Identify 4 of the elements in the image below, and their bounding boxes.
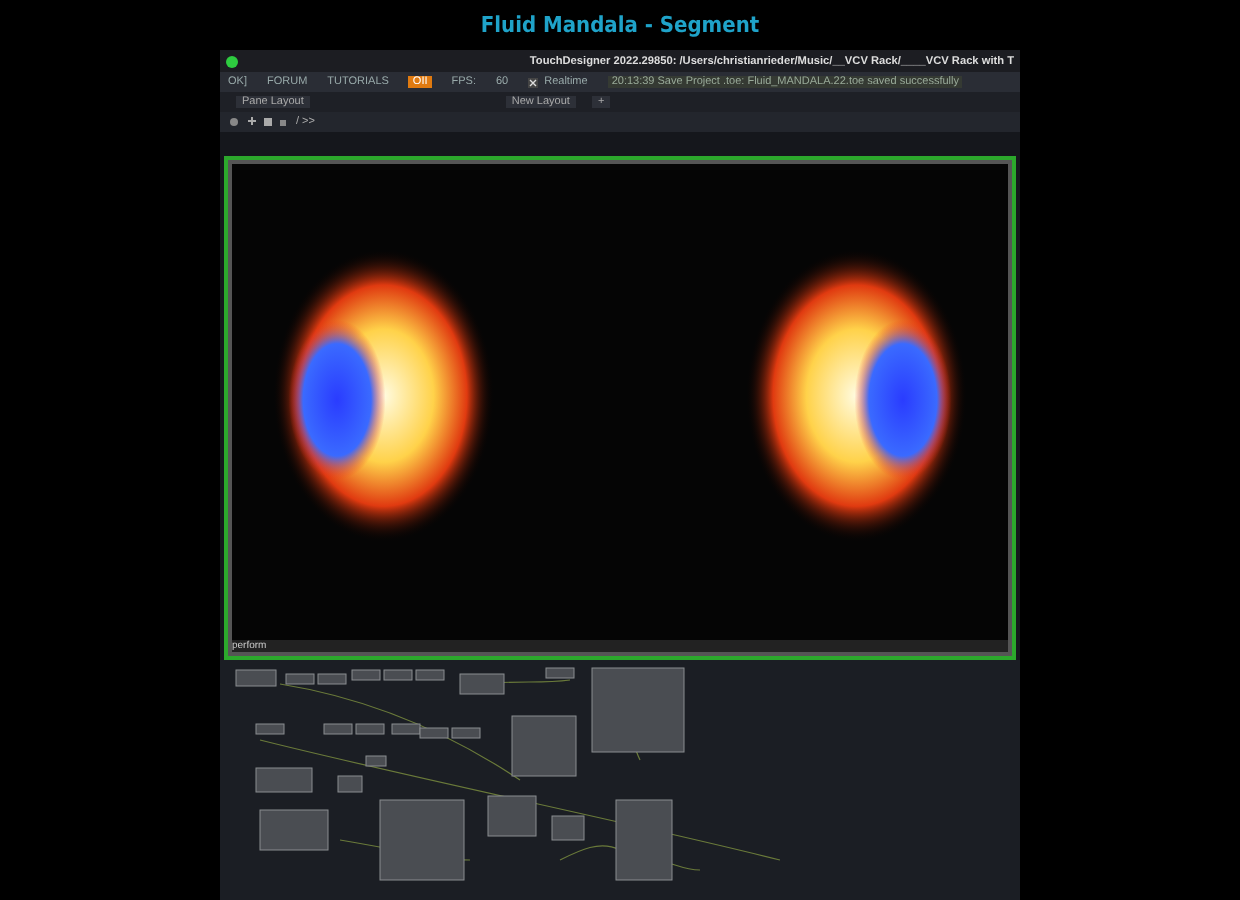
window-dot-icon[interactable] [226,55,238,67]
video-title: Fluid Mandala - Segment [480,12,760,38]
network-tools-icon[interactable] [228,116,288,128]
realtime-checkbox[interactable] [528,77,539,87]
